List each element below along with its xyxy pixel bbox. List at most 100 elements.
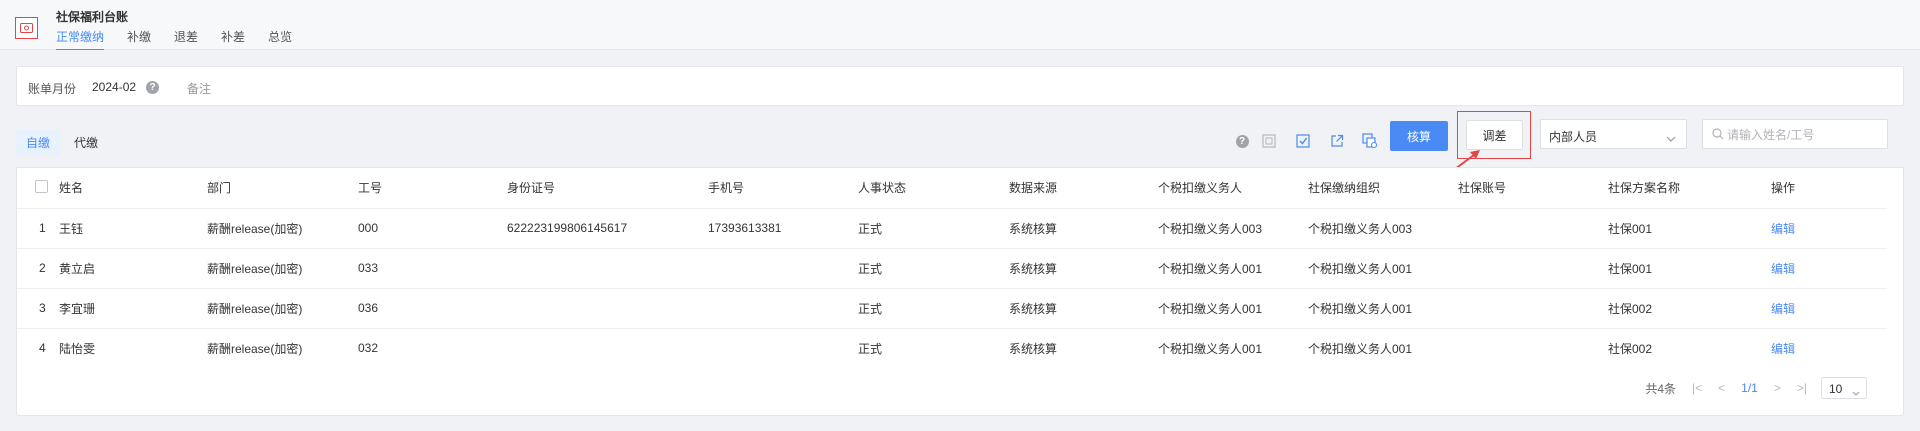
pagination: 共4条 |< < 1/1 > >| 10 [1645,377,1867,399]
cell-hr-status: 正式 [858,207,1009,248]
col-payment-org[interactable]: 社保缴纳组织 [1308,168,1458,208]
page-size-value: 10 [1829,382,1843,396]
help-icon[interactable]: ? [146,81,159,94]
tab-self-pay[interactable]: 自缴 [16,130,61,155]
cell-payment-org: 个税扣缴义务人001 [1308,327,1458,368]
cell-plan-name: 社保001 [1608,207,1771,248]
col-ss-account[interactable]: 社保账号 [1458,168,1608,208]
note-label[interactable]: 备注 [187,80,211,97]
col-name[interactable]: 姓名 [59,168,207,208]
checklist-icon[interactable] [1294,132,1312,150]
tab-refund-difference[interactable]: 退差 [174,28,198,50]
tab-overview[interactable]: 总览 [268,28,292,50]
cell-data-source: 系统核算 [1009,207,1158,248]
app-header: 社保福利台账 正常缴纳 补缴 退差 补差 总览 [0,0,1920,50]
last-page-icon[interactable]: >| [1797,381,1807,395]
cell-phone [708,247,858,288]
person-type-select[interactable]: 内部人员 [1540,119,1687,149]
cell-id-no: 622223199806145617 [507,207,708,248]
col-phone[interactable]: 手机号 [708,168,858,208]
cell-tax-agent: 个税扣缴义务人003 [1158,207,1308,248]
cell-emp-no: 036 [358,287,507,328]
copy-settings-icon[interactable] [1361,132,1379,150]
col-tax-agent[interactable]: 个税扣缴义务人 [1158,168,1308,208]
cell-name: 王钰 [59,207,207,248]
chevron-down-icon [1666,131,1676,145]
col-actions: 操作 [1771,181,1796,196]
cell-id-no [507,327,708,368]
payment-type-tabs: 自缴 代缴 [16,130,112,155]
data-table-panel: 姓名 部门 工号 身份证号 手机号 人事状态 数据来源 个税扣缴义务人 社保缴纳… [16,167,1904,416]
cell-dept: 薪酬release(加密) [207,287,358,328]
edit-link[interactable]: 编辑 [1771,342,1795,356]
col-emp-no[interactable]: 工号 [358,168,507,208]
row-index: 1 [17,207,59,248]
cell-plan-name: 社保001 [1608,247,1771,288]
edit-link[interactable]: 编辑 [1771,262,1795,276]
cell-data-source: 系统核算 [1009,327,1158,368]
edit-link[interactable]: 编辑 [1771,302,1795,316]
app-title: 社保福利台账 [56,10,129,24]
col-data-source[interactable]: 数据来源 [1009,168,1158,208]
cell-phone [708,327,858,368]
tab-proxy-pay[interactable]: 代缴 [64,130,108,155]
cell-dept: 薪酬release(加密) [207,327,358,368]
table-row: 1 王钰 薪酬release(加密) 000 62222319980614561… [17,207,1887,248]
cell-data-source: 系统核算 [1009,287,1158,328]
row-index: 3 [17,287,59,328]
export-icon[interactable] [1328,132,1346,150]
main-panel: 自缴 代缴 ? 核算 调差 内部人员 请输入姓名/工号 姓名 部门 工号 身份证… [16,111,1904,416]
person-type-value: 内部人员 [1549,130,1598,144]
import-icon[interactable] [1260,132,1278,150]
search-box[interactable] [1702,119,1888,149]
filter-bar: 账单月份 2024-02 ? 备注 [16,66,1904,106]
page-size-select[interactable]: 10 [1821,377,1867,399]
table-row: 2 黄立启 薪酬release(加密) 033 正式 系统核算 个税扣缴义务人0… [17,247,1887,288]
row-index: 4 [17,327,59,368]
col-dept[interactable]: 部门 [207,168,358,208]
bill-month-label: 账单月份 [28,82,77,96]
chevron-down-icon [1852,385,1860,399]
help-icon[interactable]: ? [1233,132,1251,150]
cell-payment-org: 个税扣缴义务人001 [1308,287,1458,328]
next-page-icon[interactable]: > [1774,381,1781,395]
cell-actions: 编辑 [1771,247,1887,288]
main-tabs: 正常缴纳 补缴 退差 补差 总览 [56,28,315,50]
cell-tax-agent: 个税扣缴义务人001 [1158,287,1308,328]
cell-emp-no: 032 [358,327,507,368]
row-index: 2 [17,247,59,288]
cell-ss-account [1458,327,1608,368]
col-id-no[interactable]: 身份证号 [507,168,708,208]
cell-ss-account [1458,247,1608,288]
search-input[interactable] [1727,126,1877,143]
tab-normal-payment[interactable]: 正常缴纳 [56,28,105,50]
bill-month-value[interactable]: 2024-02 [92,80,136,94]
cell-ss-account [1458,287,1608,328]
cell-hr-status: 正式 [858,327,1009,368]
edit-link[interactable]: 编辑 [1771,222,1795,236]
cell-emp-no: 033 [358,247,507,288]
cell-hr-status: 正式 [858,247,1009,288]
tab-supplement-difference[interactable]: 补差 [221,28,245,50]
cell-payment-org: 个税扣缴义务人001 [1308,247,1458,288]
col-plan-name[interactable]: 社保方案名称 [1608,168,1771,208]
tab-supplementary-payment[interactable]: 补缴 [127,28,151,50]
cell-dept: 薪酬release(加密) [207,207,358,248]
cell-emp-no: 000 [358,207,507,248]
prev-page-icon[interactable]: < [1718,381,1725,395]
cell-plan-name: 社保002 [1608,287,1771,328]
social-security-table: 姓名 部门 工号 身份证号 手机号 人事状态 数据来源 个税扣缴义务人 社保缴纳… [17,168,1887,368]
cell-tax-agent: 个税扣缴义务人001 [1158,327,1308,368]
table-row: 4 陆怡雯 薪酬release(加密) 032 正式 系统核算 个税扣缴义务人0… [17,327,1887,368]
col-hr-status[interactable]: 人事状态 [858,168,1009,208]
first-page-icon[interactable]: |< [1692,381,1702,395]
cell-data-source: 系统核算 [1009,247,1158,288]
total-count: 共4条 [1645,381,1677,396]
cell-id-no [507,247,708,288]
select-all-cell [17,168,59,208]
cell-phone [708,287,858,328]
cell-name: 陆怡雯 [59,327,207,368]
cell-plan-name: 社保002 [1608,327,1771,368]
toolbar-help-icon: ? [1235,134,1249,148]
select-all-checkbox[interactable] [35,179,48,193]
